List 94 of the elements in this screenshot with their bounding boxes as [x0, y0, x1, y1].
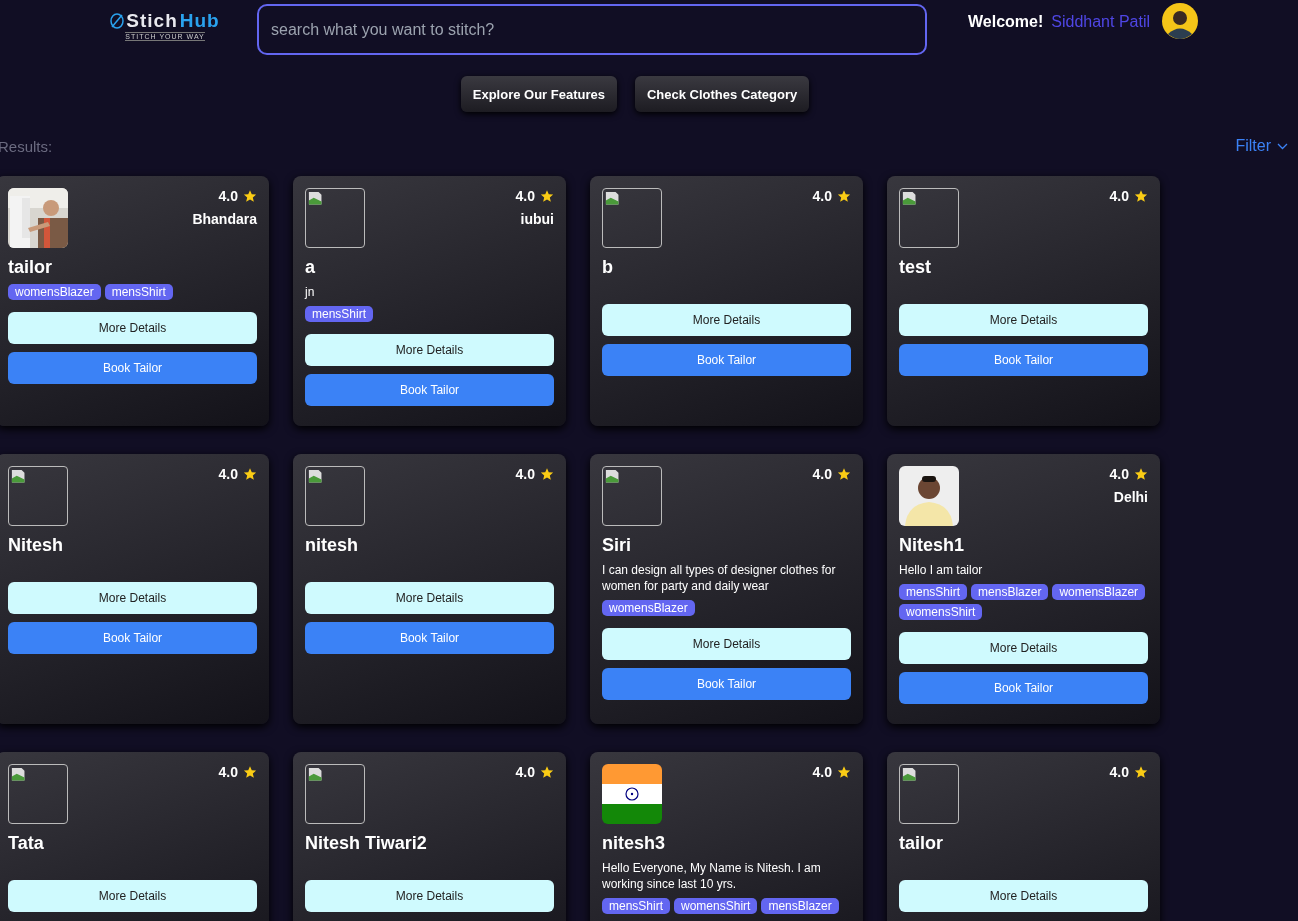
star-icon: [540, 765, 554, 779]
category-tag: mensShirt: [305, 306, 374, 322]
logo-icon: [110, 13, 125, 29]
broken-image-icon: [602, 188, 662, 248]
category-tag: mensBlazer: [761, 898, 839, 914]
rating: 4.0: [812, 466, 832, 482]
location: Delhi: [1113, 489, 1148, 505]
category-tag: womensBlazer: [1052, 584, 1146, 600]
description: I can design all types of designer clothes for women for party and daily wear: [602, 562, 837, 594]
tailor-name: a: [305, 256, 316, 278]
category-tag: womensBlazer: [602, 600, 695, 616]
broken-image-icon: [305, 764, 365, 824]
rating: 4.0: [1109, 764, 1129, 780]
more-details-button[interactable]: More Details: [899, 880, 1148, 912]
book-tailor-button[interactable]: Book Tailor: [899, 672, 1148, 704]
star-icon: [837, 765, 851, 779]
book-tailor-button[interactable]: Book Tailor: [8, 352, 257, 384]
star-icon: [243, 189, 257, 203]
more-details-button[interactable]: More Details: [899, 632, 1148, 664]
category-tag: mensBlazer: [971, 584, 1049, 600]
broken-image-icon: [899, 764, 959, 824]
more-details-button[interactable]: More Details: [602, 304, 851, 336]
tailor-name: tailor: [899, 832, 944, 854]
tailor-name: b: [602, 256, 614, 278]
book-tailor-button[interactable]: Book Tailor: [305, 374, 554, 406]
search-field[interactable]: search what you want to stitch?: [257, 4, 927, 55]
broken-image-icon: [8, 466, 68, 526]
more-details-button[interactable]: More Details: [305, 582, 554, 614]
broken-image-icon: [899, 188, 959, 248]
flag-drawing: [602, 764, 662, 824]
rating: 4.0: [218, 188, 238, 204]
star-icon: [243, 765, 257, 779]
rating: 4.0: [218, 764, 238, 780]
rating: 4.0: [515, 466, 535, 482]
book-tailor-button[interactable]: Book Tailor: [305, 622, 554, 654]
tailor-name: test: [899, 256, 932, 278]
star-icon: [837, 467, 851, 481]
description: Hello I am tailor: [899, 562, 984, 578]
more-details-button[interactable]: More Details: [899, 304, 1148, 336]
logo-text: Hub: [179, 10, 220, 32]
tailor-name: Tata: [8, 832, 45, 854]
tailor-name: nitesh: [305, 534, 359, 556]
category-tag: womensBlazer: [8, 284, 101, 300]
category-tag: mensShirt: [602, 898, 671, 914]
category-tag: mensShirt: [899, 584, 968, 600]
book-tailor-button[interactable]: Book Tailor: [899, 344, 1148, 376]
location: Bhandara: [192, 211, 257, 227]
rating: 4.0: [1109, 188, 1129, 204]
logo-text: Stich: [126, 10, 178, 32]
rating: 4.0: [1109, 466, 1129, 482]
rating: 4.0: [812, 188, 832, 204]
book-tailor-button[interactable]: Book Tailor: [602, 344, 851, 376]
chevron-down-icon: [1277, 142, 1288, 150]
category-tag: mensShirt: [104, 284, 173, 300]
book-tailor-button[interactable]: Book Tailor: [602, 668, 851, 700]
rating: 4.0: [515, 764, 535, 780]
more-details-button[interactable]: More Details: [305, 880, 554, 912]
broken-image-icon: [8, 764, 68, 824]
rating: 4.0: [218, 466, 238, 482]
star-icon: [1134, 765, 1148, 779]
broken-image-icon: [305, 188, 365, 248]
more-details-button[interactable]: More Details: [602, 628, 851, 660]
tailor-name: nitesh3: [602, 832, 667, 854]
star-icon: [837, 189, 851, 203]
more-details-button[interactable]: More Details: [8, 312, 257, 344]
results-label: Results:: [0, 137, 53, 155]
book-tailor-button[interactable]: Book Tailor: [8, 622, 257, 654]
more-details-button[interactable]: More Details: [8, 582, 257, 614]
star-icon: [1134, 189, 1148, 203]
star-icon: [1134, 467, 1148, 481]
star-icon: [540, 467, 554, 481]
more-details-button[interactable]: More Details: [8, 880, 257, 912]
more-details-button[interactable]: More Details: [305, 334, 554, 366]
tailor-name: Nitesh: [8, 534, 64, 556]
description: jn: [305, 284, 316, 300]
star-icon: [540, 189, 554, 203]
location: iubui: [520, 211, 554, 227]
description: Hello Everyone, My Name is Nitesh. I am working since last 10 yrs.: [602, 860, 822, 892]
star-icon: [243, 467, 257, 481]
tailor-name: tailor: [8, 256, 53, 278]
nav-button[interactable]: Explore Our Features: [460, 76, 617, 112]
category-tag: womensShirt: [674, 898, 758, 914]
tailor-name: Siri: [602, 534, 632, 556]
welcome-text: Welcome!: [968, 13, 1044, 31]
filter-button[interactable]: Filter: [1235, 137, 1288, 155]
category-tag: womensShirt: [899, 604, 983, 620]
broken-image-icon: [602, 466, 662, 526]
rating: 4.0: [812, 764, 832, 780]
nav-button[interactable]: Check Clothes Category: [634, 76, 810, 112]
rating: 4.0: [515, 188, 535, 204]
tailor-name: Nitesh1: [899, 534, 966, 556]
avatar-icon[interactable]: [1162, 3, 1198, 39]
broken-image-icon: [305, 466, 365, 526]
tailor-name: Nitesh Tiwari2: [305, 832, 428, 854]
